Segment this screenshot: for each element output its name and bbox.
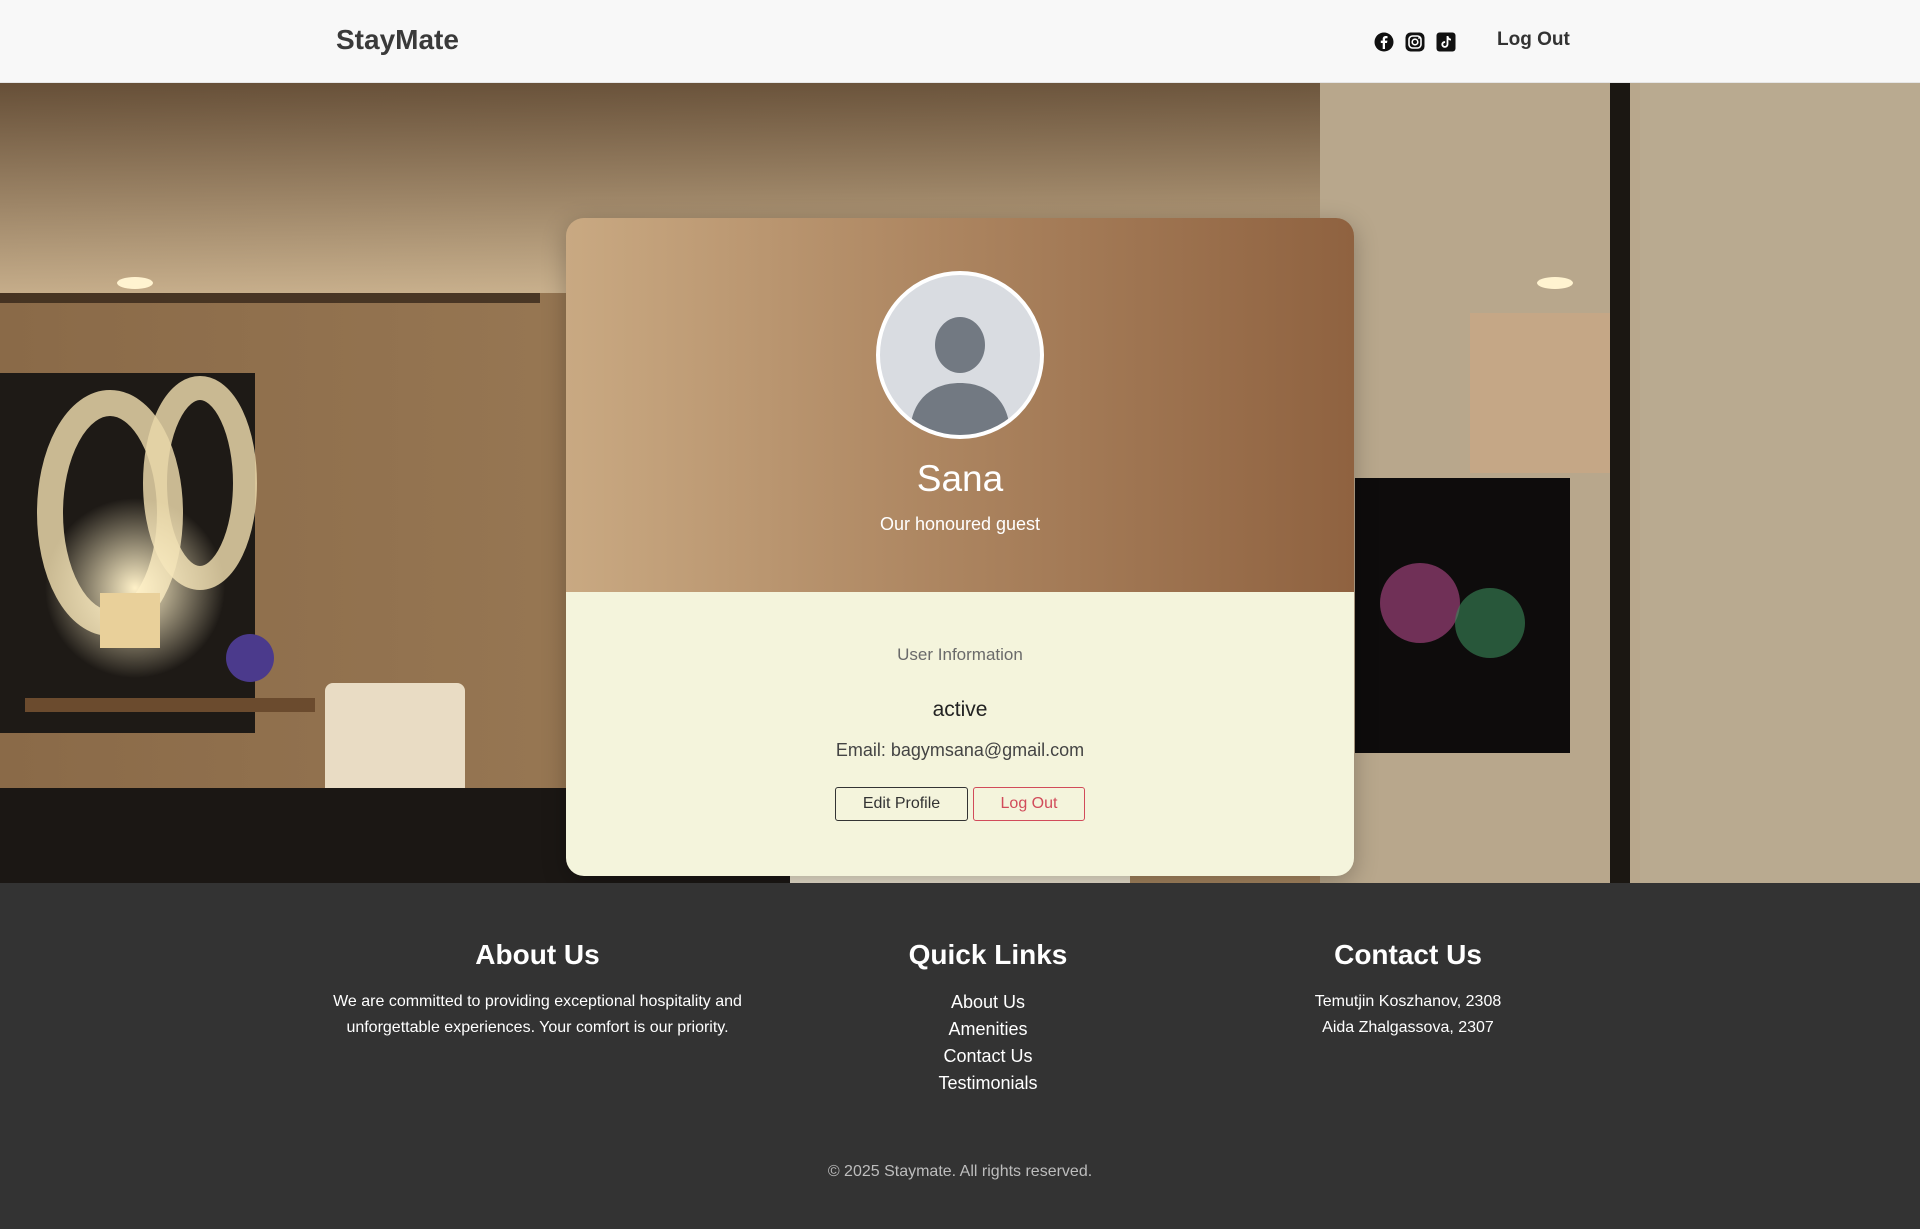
contact-line: Temutjin Koszhanov, 2308 [1314, 993, 1502, 1010]
contact-line: Aida Zhalgassova, 2307 [1322, 1019, 1494, 1036]
edit-profile-button[interactable]: Edit Profile [835, 787, 968, 821]
user-avatar-icon [910, 317, 1010, 435]
logout-button[interactable]: Log Out [973, 787, 1085, 821]
brand-logo[interactable]: StayMate [336, 24, 459, 56]
avatar [876, 271, 1044, 439]
user-subtitle: Our honoured guest [879, 514, 1041, 534]
facebook-icon[interactable] [1374, 32, 1394, 52]
profile-card: Sana Our honoured guest User Information… [566, 218, 1354, 876]
account-status: active [932, 698, 988, 721]
user-information-section: User Information active Email: bagymsana… [566, 592, 1354, 876]
footer-about-line: unforgettable experiences. Your comfort … [346, 1019, 729, 1036]
social-links [1374, 32, 1456, 52]
user-email: Email: bagymsana@gmail.com [835, 740, 1085, 760]
footer-link-amenities[interactable]: Amenities [838, 1016, 1138, 1043]
hero-background-photo: Sana Our honoured guest User Information… [0, 83, 1920, 883]
tiktok-icon[interactable] [1436, 32, 1456, 52]
section-heading: User Information [897, 645, 1023, 664]
profile-card-header: Sana Our honoured guest [566, 218, 1354, 592]
instagram-icon[interactable] [1405, 32, 1425, 52]
top-navbar: StayMate Log Out [0, 0, 1920, 83]
footer-quick-links: Quick Links About Us Amenities Contact U… [838, 939, 1138, 1097]
footer-links-title: Quick Links [908, 939, 1068, 970]
header-logout-link[interactable]: Log Out [1497, 29, 1570, 51]
footer-link-about[interactable]: About Us [838, 989, 1138, 1016]
footer-contact-title: Contact Us [1334, 939, 1482, 970]
footer-about-title: About Us [475, 939, 600, 970]
footer-about-line: We are committed to providing exceptiona… [333, 993, 742, 1010]
footer-link-contact[interactable]: Contact Us [838, 1043, 1138, 1070]
footer-link-testimonials[interactable]: Testimonials [838, 1070, 1138, 1097]
site-footer: About Us We are committed to providing e… [0, 883, 1920, 1229]
footer-contact: Contact Us Temutjin Koszhanov, 2308 Aida… [1258, 939, 1558, 1041]
user-name: Sana [916, 458, 1004, 499]
footer-about: About Us We are committed to providing e… [320, 939, 755, 1041]
copyright: © 2025 Staymate. All rights reserved. [827, 1163, 1093, 1180]
